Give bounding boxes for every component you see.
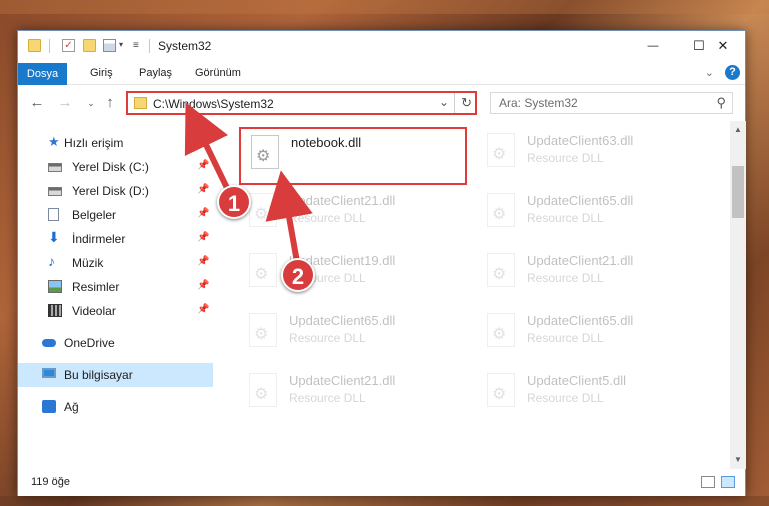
callout-badge-2: 2: [281, 258, 315, 292]
callout-badge-1: 1: [217, 185, 251, 219]
annotation-arrows: [184, 102, 313, 263]
callout-arrow-1: [184, 102, 231, 192]
